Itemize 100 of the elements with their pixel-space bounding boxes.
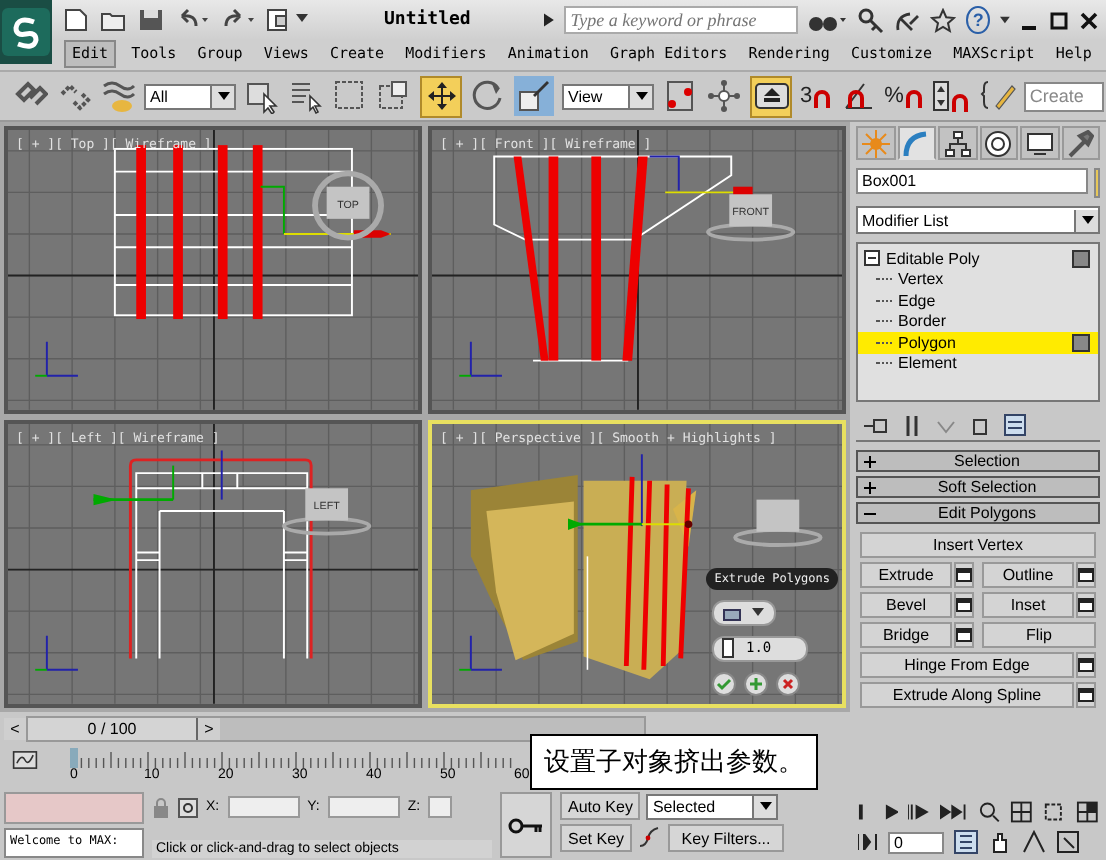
dropdown-arrow-icon[interactable] [1000,16,1010,24]
reference-coordinate-dropdown[interactable]: View [562,83,654,109]
named-selection-field[interactable]: Create [1023,81,1104,111]
set-key-button[interactable]: Set Key [560,824,633,852]
configure-sets-icon[interactable] [1004,414,1026,436]
remove-modifier-icon[interactable] [972,415,988,435]
sub-object-item[interactable]: Border [858,311,1098,332]
scale-icon[interactable] [514,76,554,116]
object-name-field[interactable]: Box001 [856,168,1088,194]
tangent-icon[interactable] [638,826,663,850]
curve-editor-icon[interactable] [12,748,38,773]
command-button[interactable]: Outline [982,562,1074,588]
percent-snap-toggle[interactable]: % [884,84,924,108]
field-of-view-icon[interactable] [1022,830,1046,854]
auto-key-button[interactable]: Auto Key [560,792,641,820]
pan-icon[interactable] [988,830,1012,854]
zoom-extents-icon[interactable] [1042,800,1066,824]
sub-object-item[interactable]: Vertex [858,269,1098,290]
absolute-mode-icon[interactable] [178,797,198,817]
open-folder-icon[interactable] [100,8,128,32]
keyboard-shortcut-toggle[interactable] [750,75,792,117]
settings-button[interactable] [1076,682,1096,708]
settings-button[interactable] [954,562,974,588]
pivot-center-icon[interactable] [662,78,698,114]
stack-item[interactable]: Editable Poly [858,248,1098,269]
key-filters-button[interactable]: Key Filters... [668,824,785,852]
select-by-name-icon[interactable] [288,78,324,114]
motion-tab[interactable] [979,126,1018,160]
maximize-icon[interactable] [1050,11,1068,29]
settings-button[interactable] [1076,652,1096,678]
rollout-header[interactable]: Soft Selection [856,476,1100,498]
command-button[interactable]: Bevel [860,592,952,618]
modifier-list-dropdown[interactable]: Modifier List [856,206,1100,234]
new-file-icon[interactable] [62,8,90,32]
z-coordinate-field[interactable] [428,796,453,818]
previous-frame-button[interactable]: < [4,717,26,740]
command-button[interactable]: Insert Vertex [860,532,1096,558]
apply-icon[interactable] [744,671,768,696]
zoom-extents-all-icon[interactable] [1075,800,1098,824]
time-configuration-icon[interactable] [954,830,978,854]
command-button[interactable]: Bridge [860,622,952,648]
command-button[interactable]: Flip [982,622,1096,648]
rectangle-selection-icon[interactable] [332,78,368,114]
save-icon[interactable] [138,8,164,32]
snap-toggle[interactable]: 3 [800,84,833,108]
sub-object-item[interactable]: Edge [858,290,1098,311]
redo-icon[interactable] [220,8,256,32]
set-keys-button[interactable] [500,792,552,858]
satellite-icon[interactable] [894,7,921,33]
cancel-icon[interactable] [776,671,800,696]
manipulate-icon[interactable] [706,78,742,114]
select-object-icon[interactable] [244,78,280,114]
command-button[interactable]: Inset [982,592,1074,618]
angle-snap-icon[interactable] [840,78,877,114]
command-button[interactable]: Extrude [860,562,952,588]
pin-stack-icon[interactable] [864,415,888,435]
collapse-icon[interactable] [864,250,880,267]
maximize-viewport-icon[interactable] [1056,830,1080,854]
key-mode-dropdown[interactable]: Selected [646,793,779,819]
current-frame-field[interactable]: 0 [888,831,944,853]
zoom-all-icon[interactable] [1010,800,1033,824]
time-slider-thumb[interactable]: 0 / 100 [28,717,198,740]
settings-button[interactable] [1076,562,1096,588]
ok-icon[interactable] [712,671,736,696]
key-mode-icon[interactable] [858,834,878,850]
command-button[interactable]: Extrude Along Spline [860,682,1074,708]
viewcube-drawing[interactable] [733,499,823,547]
utilities-tab[interactable] [1061,126,1100,160]
search-field[interactable]: Type a keyword or phrase [564,6,799,34]
rollout-header[interactable]: Selection [856,450,1100,472]
play-icon[interactable] [883,804,899,820]
settings-button[interactable] [1076,592,1096,618]
next-frame-button[interactable]: > [198,717,220,740]
hierarchy-tab[interactable] [938,126,977,160]
y-coordinate-field[interactable] [327,796,400,818]
expand-arrow-icon[interactable] [544,12,555,28]
window-crossing-icon[interactable] [376,78,412,114]
help-button[interactable]: ? [966,6,991,34]
sub-object-item[interactable]: Polygon [858,332,1098,353]
rotate-icon[interactable] [470,78,506,114]
sub-object-item[interactable]: Element [858,353,1098,374]
project-folder-icon[interactable] [266,8,310,32]
settings-button[interactable] [954,592,974,618]
display-tab[interactable] [1020,126,1059,160]
object-color-swatch[interactable] [1094,168,1100,198]
extrusion-type-dropdown[interactable] [712,599,776,626]
key-icon[interactable] [858,7,885,33]
move-tool-button[interactable] [420,75,462,117]
rollout-header[interactable]: Edit Polygons [856,502,1100,524]
selection-filter-dropdown[interactable]: All [144,83,236,109]
zoom-icon[interactable] [977,800,1000,824]
next-frame-icon[interactable] [908,804,931,820]
star-icon[interactable] [930,7,957,33]
settings-button[interactable] [954,622,974,648]
bind-space-warp-icon[interactable] [100,78,136,114]
x-coordinate-field[interactable] [227,796,300,818]
close-icon[interactable] [1080,11,1098,29]
show-end-result-icon[interactable] [904,415,920,435]
go-to-end-icon[interactable] [940,804,968,820]
spinner-snap-icon[interactable] [931,78,972,114]
